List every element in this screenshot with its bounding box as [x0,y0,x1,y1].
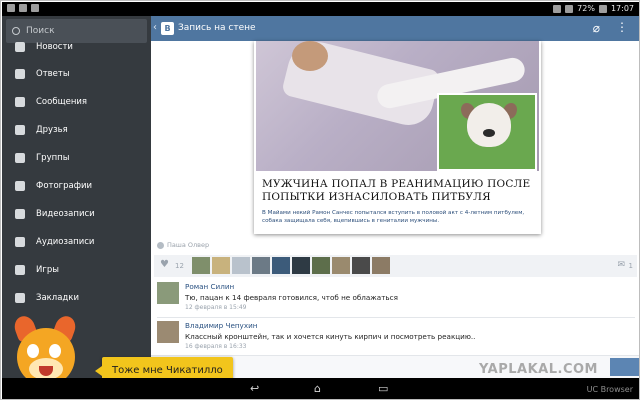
sidebar-item-messages[interactable]: Сообщения [2,88,151,116]
divider [157,317,635,318]
comment-text: Классный кронштейн, так и хочется кинуть… [185,332,476,341]
sidebar-item-bookmarks[interactable]: Закладки [2,284,151,312]
avatar[interactable] [372,257,390,274]
sidebar-item-label: Игры [36,265,59,275]
battery-level: 72% [577,4,595,13]
messages-icon [14,96,26,108]
sidebar-item-label: Новости [36,42,73,52]
sidebar-item-label: Фотографии [36,181,93,191]
like-heart-icon[interactable]: ♥ [160,259,169,270]
likers-avatars [192,257,390,274]
sidebar-item-friends[interactable]: Друзья [2,116,151,144]
sidebar-item-photos[interactable]: Фотографии [2,172,151,200]
news-headline: МУЖЧИНА ПОПАЛ В РЕАНИМАЦИЮ ПОСЛЕ ПОПЫТКИ… [262,178,531,203]
sidebar-item-label: Видеозаписи [36,209,95,219]
avatar[interactable] [252,257,270,274]
avatar[interactable] [212,257,230,274]
audio-icon [14,236,26,248]
watermark: YAPLAKAL.COM [479,362,598,377]
answers-icon [14,68,26,80]
home-icon[interactable]: ⌂ [314,382,321,395]
sidebar-item-label: Группы [36,153,70,163]
sidebar-item-label: Аудиозаписи [36,237,95,247]
news-icon [14,41,26,53]
browser-name: UC Browser [586,385,633,394]
app-header: ‹ В Запись на стене ⌀ ⋮ [151,16,639,41]
avatar[interactable] [192,257,210,274]
avatar[interactable] [232,257,250,274]
comment-author[interactable]: Владимир Чепухин [185,321,257,330]
screen: 72% 17:07 Поиск Новости Ответы Сообщения… [0,0,640,400]
user-icon [157,241,164,249]
signal-icon [565,4,574,13]
recent-apps-icon[interactable]: ▭ [378,382,388,395]
wifi-icon [553,4,562,13]
avatar[interactable] [292,257,310,274]
share-icon[interactable]: ✉ [617,260,625,270]
sidebar-item-games[interactable]: Игры [2,256,151,284]
sidebar-item-label: Ответы [36,69,70,79]
sidebar-item-audio[interactable]: Аудиозаписи [2,228,151,256]
bookmarks-icon [14,292,26,304]
like-count: 12 [175,262,184,270]
more-menu-icon[interactable]: ⋮ [616,20,628,34]
friends-icon [14,124,26,136]
avatar[interactable] [332,257,350,274]
notification-icon [31,4,39,12]
attach-icon[interactable]: ⌀ [593,21,600,35]
avatar[interactable] [352,257,370,274]
sidebar-item-answers[interactable]: Ответы [2,60,151,88]
avatar[interactable] [312,257,330,274]
comment: Владимир Чепухин Классный кронштейн, так… [157,321,635,355]
dog-photo [437,93,537,171]
sidebar-item-videos[interactable]: Видеозаписи [2,200,151,228]
send-button[interactable] [610,358,639,376]
vk-logo-icon[interactable]: В [161,22,174,35]
sidebar-item-label: Закладки [36,293,79,303]
back-icon[interactable]: ↩ [250,382,259,395]
comment-date: 16 февраля в 16:33 [185,343,247,350]
comment-author[interactable]: Роман Силин [185,282,234,291]
post-image[interactable]: МУЖЧИНА ПОПАЛ В РЕАНИМАЦИЮ ПОСЛЕ ПОПЫТКИ… [254,41,541,234]
status-bar: 72% 17:07 [2,2,639,16]
notification-icon [7,4,15,12]
page-title: Запись на стене [178,23,256,33]
repost-count: 1 [628,262,633,270]
post-author[interactable]: Паша Олвер [157,241,209,249]
sidebar-item-label: Сообщения [36,97,88,107]
videos-icon [14,208,26,220]
comment: Роман Силин Тю, пацан к 14 февраля готов… [157,282,635,316]
author-name: Паша Олвер [167,241,210,249]
news-lead: В Майами некий Рамон Санчес попытался вс… [262,210,525,224]
sidebar-item-groups[interactable]: Группы [2,144,151,172]
system-nav-bar: ↩ ⌂ ▭ UC Browser [2,378,639,399]
comment-text: Тю, пацан к 14 февраля готовился, чтоб н… [185,293,398,302]
comment-date: 12 февраля в 15:49 [185,304,247,311]
sidebar-item-news[interactable]: Новости [2,33,151,61]
battery-icon [598,4,607,13]
avatar[interactable] [157,321,179,343]
avatar[interactable] [272,257,290,274]
notification-icon [19,4,27,12]
groups-icon [14,152,26,164]
clock: 17:07 [610,4,634,13]
games-icon [14,264,26,276]
post-view: МУЖЧИНА ПОПАЛ В РЕАНИМАЦИЮ ПОСЛЕ ПОПЫТКИ… [151,41,639,378]
reactions-bar: ♥ 12 ✉ 1 [154,255,637,277]
photos-icon [14,180,26,192]
avatar[interactable] [157,282,179,304]
back-chevron-icon[interactable]: ‹ [153,22,157,33]
sidebar-item-label: Друзья [36,125,68,135]
